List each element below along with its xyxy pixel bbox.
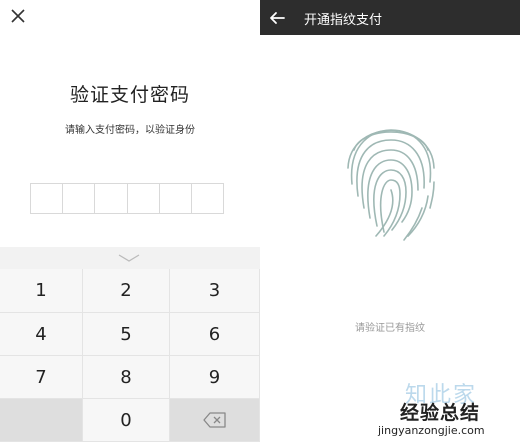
key-6[interactable]: 6 <box>170 313 260 356</box>
fingerprint-prompt: 请验证已有指纹 <box>355 323 425 334</box>
key-2[interactable]: 2 <box>83 269 170 313</box>
backspace-icon <box>202 412 226 428</box>
watermark-site-name: 经验总结 <box>400 402 481 424</box>
key-delete[interactable] <box>170 399 260 442</box>
key-3[interactable]: 3 <box>170 269 260 313</box>
top-bar-title: 开通指纹支付 <box>304 13 383 28</box>
page-subtitle: 请输入支付密码，以验证身份 <box>65 125 195 136</box>
watermark-url: jingyanzongjie.com <box>378 424 485 437</box>
fingerprint-icon[interactable] <box>344 112 438 242</box>
password-screen: 验证支付密码 请输入支付密码，以验证身份 123 456 7890 <box>0 0 260 442</box>
page-title: 验证支付密码 <box>69 84 190 106</box>
key-blank <box>0 399 83 442</box>
password-digit-box <box>128 184 160 213</box>
numeric-keypad: 123 456 7890 <box>0 247 260 442</box>
password-digit-box <box>31 184 64 213</box>
key-4[interactable]: 4 <box>0 313 83 356</box>
password-input[interactable] <box>30 183 224 214</box>
password-digit-box <box>192 184 223 213</box>
top-bar: 开通指纹支付 <box>260 0 520 35</box>
chevron-down-icon <box>118 254 140 262</box>
key-7[interactable]: 7 <box>0 356 83 399</box>
fingerprint-screen: 开通指纹支付 请验证已有指纹 <box>260 0 520 442</box>
key-8[interactable]: 8 <box>83 356 170 399</box>
keyboard-collapse-handle[interactable] <box>0 247 260 269</box>
password-digit-box <box>160 184 192 213</box>
arrow-left-icon[interactable] <box>268 9 286 27</box>
close-icon[interactable] <box>8 6 28 26</box>
key-1[interactable]: 1 <box>0 269 83 313</box>
key-5[interactable]: 5 <box>83 313 170 356</box>
password-digit-box <box>63 184 96 213</box>
password-digit-box <box>95 184 128 213</box>
key-9[interactable]: 9 <box>170 356 260 399</box>
keypad-grid: 123 456 7890 <box>0 269 260 442</box>
key-0[interactable]: 0 <box>83 399 170 442</box>
